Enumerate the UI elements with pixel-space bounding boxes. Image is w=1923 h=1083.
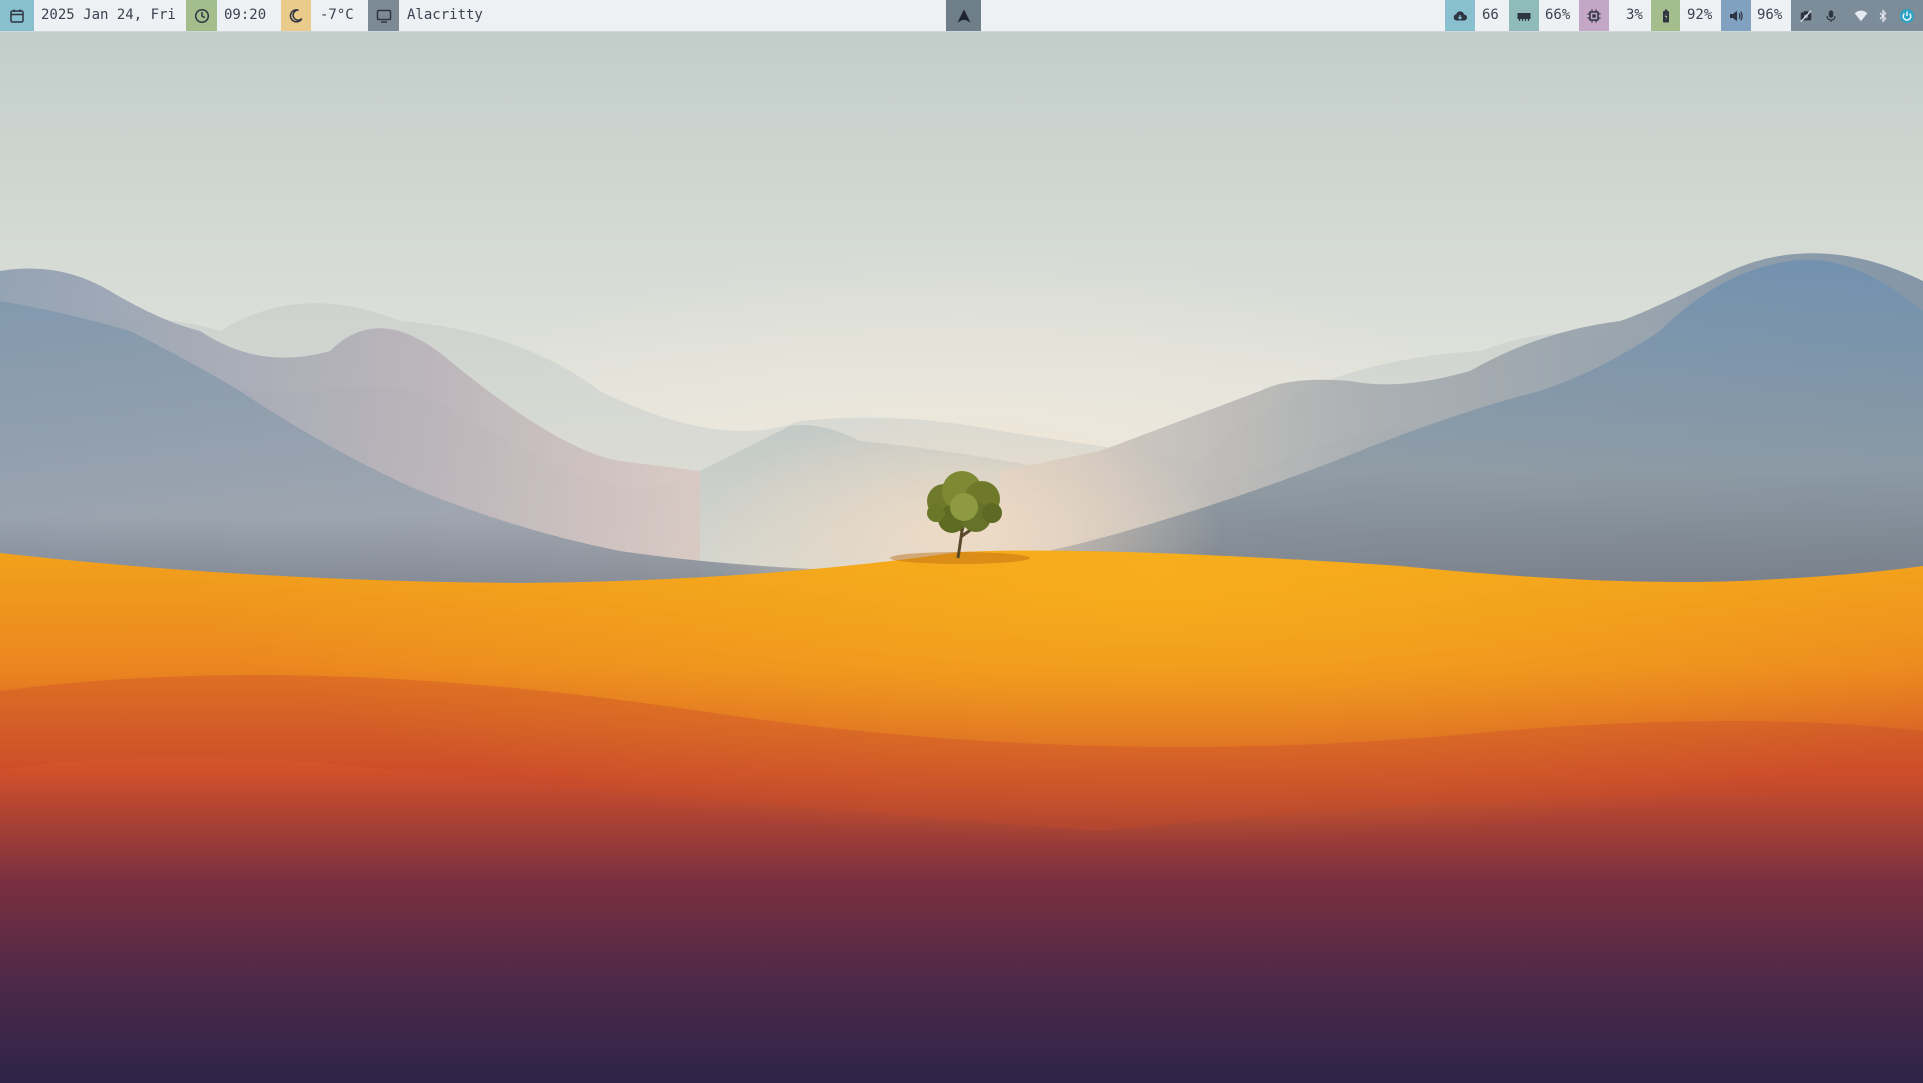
battery-icon[interactable] bbox=[1651, 0, 1680, 31]
time-label[interactable]: 09:20 bbox=[224, 0, 266, 31]
desktop-wallpaper bbox=[0, 31, 1923, 1083]
moon-icon[interactable] bbox=[281, 0, 311, 31]
microphone-icon[interactable] bbox=[1820, 0, 1842, 31]
cloud-value[interactable]: 66 bbox=[1482, 0, 1499, 31]
camera-off-icon[interactable] bbox=[1793, 0, 1819, 31]
date-label[interactable]: 2025 Jan 24, Fri bbox=[41, 0, 176, 31]
calendar-icon[interactable] bbox=[0, 0, 34, 31]
clock-icon[interactable] bbox=[186, 0, 217, 31]
cpu-value[interactable]: 3% bbox=[1626, 0, 1643, 31]
battery-value[interactable]: 92% bbox=[1687, 0, 1712, 31]
weather-label[interactable]: -7°C bbox=[320, 0, 354, 31]
power-icon[interactable] bbox=[1894, 0, 1920, 31]
wifi-icon[interactable] bbox=[1850, 0, 1872, 31]
window-title: Alacritty bbox=[407, 7, 483, 23]
arch-logo-icon[interactable] bbox=[946, 0, 981, 31]
cpu-icon[interactable] bbox=[1579, 0, 1609, 31]
monitor-icon bbox=[368, 0, 399, 31]
speaker-icon[interactable] bbox=[1721, 0, 1751, 31]
memory-value[interactable]: 66% bbox=[1545, 0, 1570, 31]
volume-value[interactable]: 96% bbox=[1757, 0, 1782, 31]
status-bar: 2025 Jan 24, Fri 09:20 -7°C Alacritty 66… bbox=[0, 0, 1923, 32]
cloud-download-icon[interactable] bbox=[1445, 0, 1475, 31]
memory-chip-icon[interactable] bbox=[1509, 0, 1539, 31]
bluetooth-icon[interactable] bbox=[1873, 0, 1893, 31]
